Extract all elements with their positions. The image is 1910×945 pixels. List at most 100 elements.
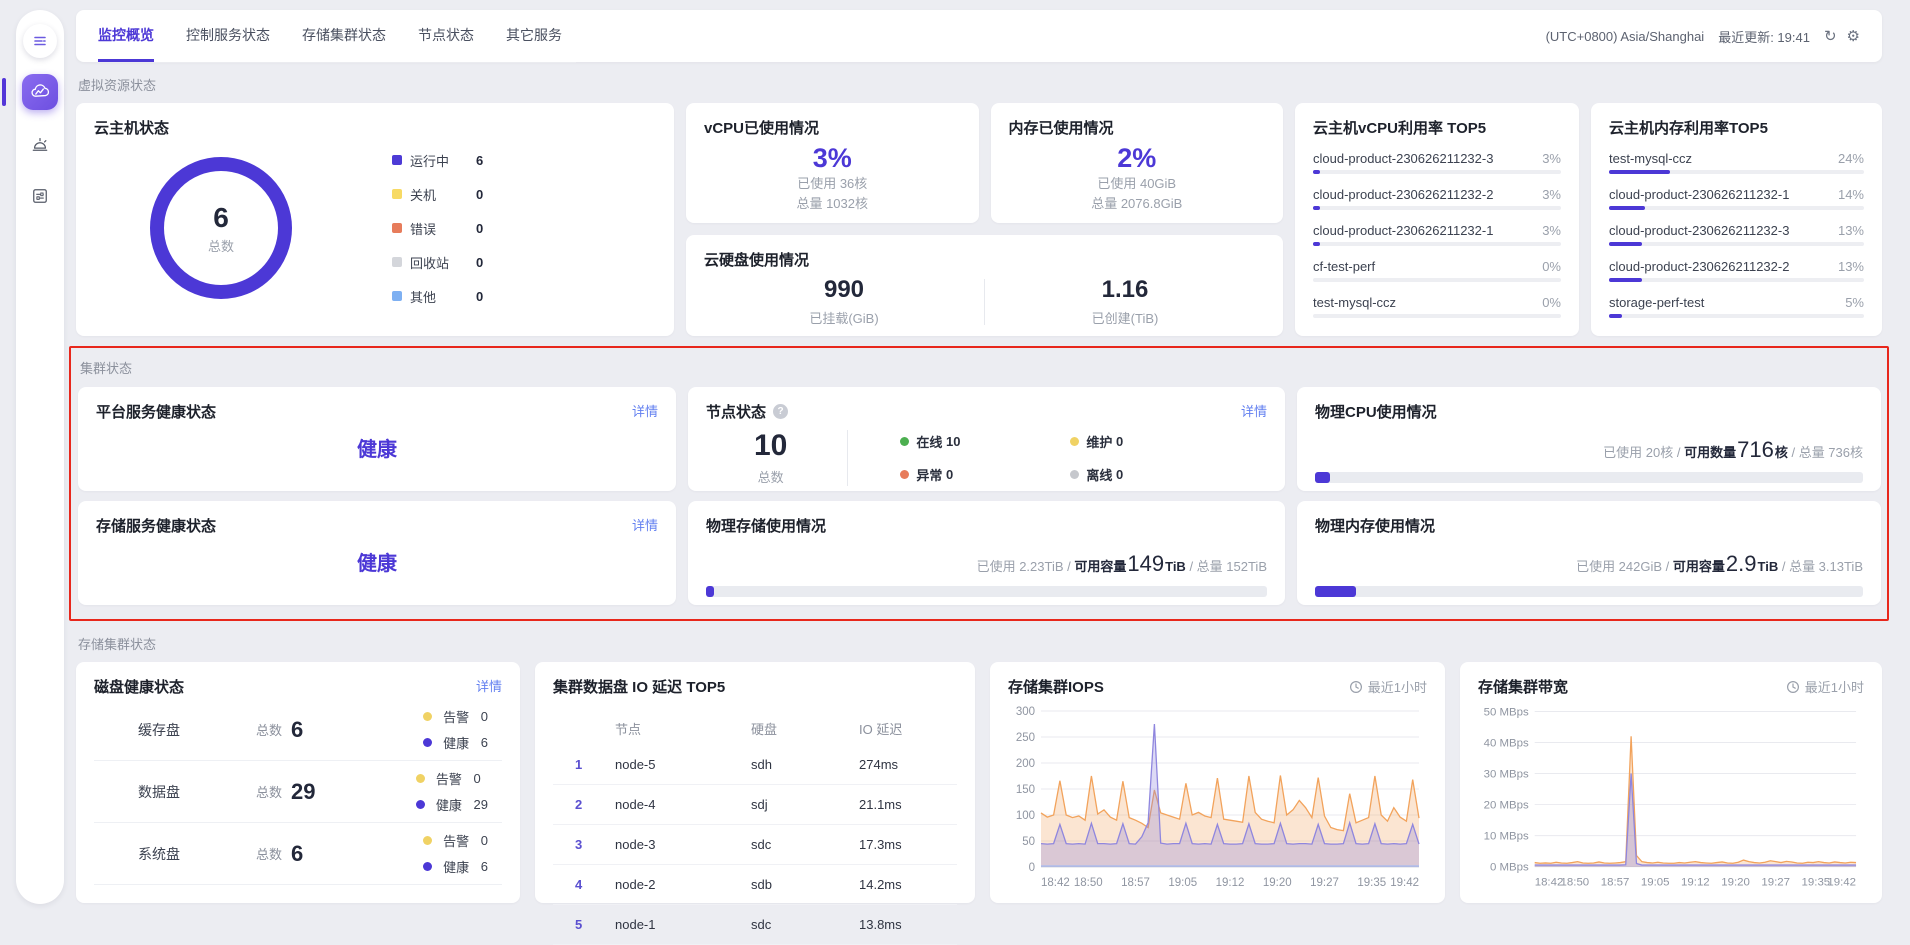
card-title: 云主机状态: [94, 117, 656, 138]
svg-text:18:57: 18:57: [1121, 877, 1150, 889]
node-status-card: 节点状态 ? 详情 10 总数 在线 10: [688, 387, 1285, 491]
volume-mounted-label: 已挂载(GiB): [704, 308, 984, 327]
vcpu-usage-card: vCPU已使用情况 3% 已使用 36核 总量 1032核: [686, 103, 979, 223]
legend-item: 运行中 6: [392, 151, 483, 170]
legend-dot: [1070, 437, 1079, 446]
legend-marker: [392, 291, 402, 301]
disk-health-card: 磁盘健康状态 详情 缓存盘 总数 6 告警 0 健康 6: [76, 662, 520, 903]
progress-fill: [1609, 314, 1622, 318]
progress-track: [1609, 314, 1864, 318]
svg-text:19:42: 19:42: [1390, 877, 1419, 889]
time-range: 最近1小时: [1786, 677, 1864, 696]
tab[interactable]: 节点状态: [418, 10, 474, 62]
progress-fill: [1609, 242, 1642, 246]
svg-text:20 MBps: 20 MBps: [1484, 800, 1529, 812]
tab[interactable]: 监控概览: [98, 10, 154, 62]
top5-item: storage-perf-test5%: [1609, 295, 1864, 318]
tab[interactable]: 控制服务状态: [186, 10, 270, 62]
svg-text:18:42: 18:42: [1041, 877, 1070, 889]
svg-text:300: 300: [1016, 706, 1035, 718]
progress-track: [1609, 242, 1864, 246]
top5-item: cloud-product-230626211232-313%: [1609, 223, 1864, 246]
volume-created-value: 1.16: [985, 276, 1265, 304]
svg-text:19:27: 19:27: [1310, 877, 1339, 889]
top5-item: cloud-product-230626211232-33%: [1313, 151, 1561, 174]
svg-text:19:12: 19:12: [1681, 877, 1710, 889]
node-total: 10: [754, 431, 787, 461]
warn-dot: [416, 774, 425, 783]
main-content: 监控概览 控制服务状态 存储集群状态 节点状态 其它服务 (UTC+0800) …: [76, 10, 1882, 903]
io-latency-card: 集群数据盘 IO 延迟 TOP5 节点 硬盘 IO 延迟 1 node-5 sd…: [535, 662, 975, 903]
svg-text:19:35: 19:35: [1802, 877, 1831, 889]
legend-item: 维护 0: [1070, 432, 1240, 451]
volume-usage-card: 云硬盘使用情况 990 已挂载(GiB) 1.16 已创建(TiB): [686, 235, 1283, 336]
platform-health-detail-link[interactable]: 详情: [632, 401, 658, 420]
svg-text:250: 250: [1016, 732, 1035, 744]
tab[interactable]: 其它服务: [506, 10, 562, 62]
settings-sliders-icon: [30, 186, 50, 206]
svg-text:50 MBps: 50 MBps: [1484, 706, 1529, 718]
node-status-detail-link[interactable]: 详情: [1241, 401, 1267, 420]
gear-icon[interactable]: ⚙: [1847, 27, 1860, 45]
table-row: 1 node-5 sdh 274ms: [553, 745, 957, 785]
storage-health-detail-link[interactable]: 详情: [632, 515, 658, 534]
refresh-icon[interactable]: ↻: [1824, 27, 1837, 45]
vcpu-top5-list: cloud-product-230626211232-33% cloud-pro…: [1313, 151, 1561, 318]
legend-item: 异常 0: [900, 465, 1070, 484]
warn-dot: [423, 836, 432, 845]
monitoring-cloud-icon: [30, 82, 50, 102]
vcpu-percent: 3%: [813, 144, 852, 174]
sidebar-item-settings[interactable]: [22, 178, 58, 214]
legend-dot: [900, 470, 909, 479]
memory-usage-card: 内存已使用情况 2% 已使用 40GiB 总量 2076.8GiB: [991, 103, 1284, 223]
progress-track: [1313, 206, 1561, 210]
legend-marker: [392, 189, 402, 199]
sidebar-collapse-button[interactable]: [23, 24, 57, 58]
table-row: 5 node-1 sdc 13.8ms: [553, 905, 957, 945]
svg-text:19:05: 19:05: [1641, 877, 1670, 889]
time-range: 最近1小时: [1349, 677, 1427, 696]
legend-item: 错误 0: [392, 219, 483, 238]
progress-fill: [1313, 242, 1320, 246]
svg-text:18:50: 18:50: [1561, 877, 1590, 889]
timezone-label: (UTC+0800) Asia/Shanghai: [1546, 29, 1705, 44]
vcpu-total: 总量 1032核: [796, 194, 868, 214]
svg-text:18:57: 18:57: [1601, 877, 1630, 889]
physical-cpu-bar-fill: [1315, 472, 1330, 483]
sidebar-item-alarm[interactable]: [22, 126, 58, 162]
progress-fill: [1609, 278, 1642, 282]
help-icon[interactable]: ?: [773, 404, 788, 419]
svg-text:200: 200: [1016, 758, 1035, 770]
progress-fill: [1609, 206, 1645, 210]
sidebar-item-monitoring[interactable]: [22, 74, 58, 110]
svg-text:18:50: 18:50: [1074, 877, 1103, 889]
top5-item: test-mysql-ccz0%: [1313, 295, 1561, 318]
node-status-legend: 在线 10 维护 0 异常 0: [900, 432, 1240, 484]
legend-item: 其他 0: [392, 287, 483, 306]
divider: [847, 430, 848, 486]
progress-track: [1609, 278, 1864, 282]
physical-memory-bar: [1315, 586, 1863, 597]
vm-total-label: 总数: [208, 236, 234, 255]
physical-cpu-bar: [1315, 472, 1863, 483]
collapse-menu-icon: [32, 33, 48, 49]
section-label-storage: 存储集群状态: [78, 634, 1880, 653]
top-bar: 监控概览 控制服务状态 存储集群状态 节点状态 其它服务 (UTC+0800) …: [76, 10, 1882, 62]
vcpu-top5-card: 云主机vCPU利用率 TOP5 cloud-product-2306262112…: [1295, 103, 1579, 336]
progress-track: [1609, 206, 1864, 210]
physical-memory-card: 物理内存使用情况 已使用 242GiB / 可用容量2.9TiB / 总量 3.…: [1297, 501, 1881, 605]
top5-item: test-mysql-ccz24%: [1609, 151, 1864, 174]
progress-fill: [1313, 206, 1320, 210]
storage-cluster-grid: 磁盘健康状态 详情 缓存盘 总数 6 告警 0 健康 6: [76, 662, 1882, 903]
svg-text:18:42: 18:42: [1535, 877, 1564, 889]
progress-track: [1313, 242, 1561, 246]
progress-track: [1313, 170, 1561, 174]
tab[interactable]: 存储集群状态: [302, 10, 386, 62]
volume-created-label: 已创建(TiB): [985, 308, 1265, 327]
section-label-virtual: 虚拟资源状态: [78, 75, 1880, 94]
disk-health-detail-link[interactable]: 详情: [476, 676, 502, 695]
memory-used: 已使用 40GiB: [1091, 174, 1182, 194]
sidebar: [16, 10, 64, 904]
node-total-label: 总数: [754, 467, 787, 486]
svg-text:19:35: 19:35: [1357, 877, 1386, 889]
